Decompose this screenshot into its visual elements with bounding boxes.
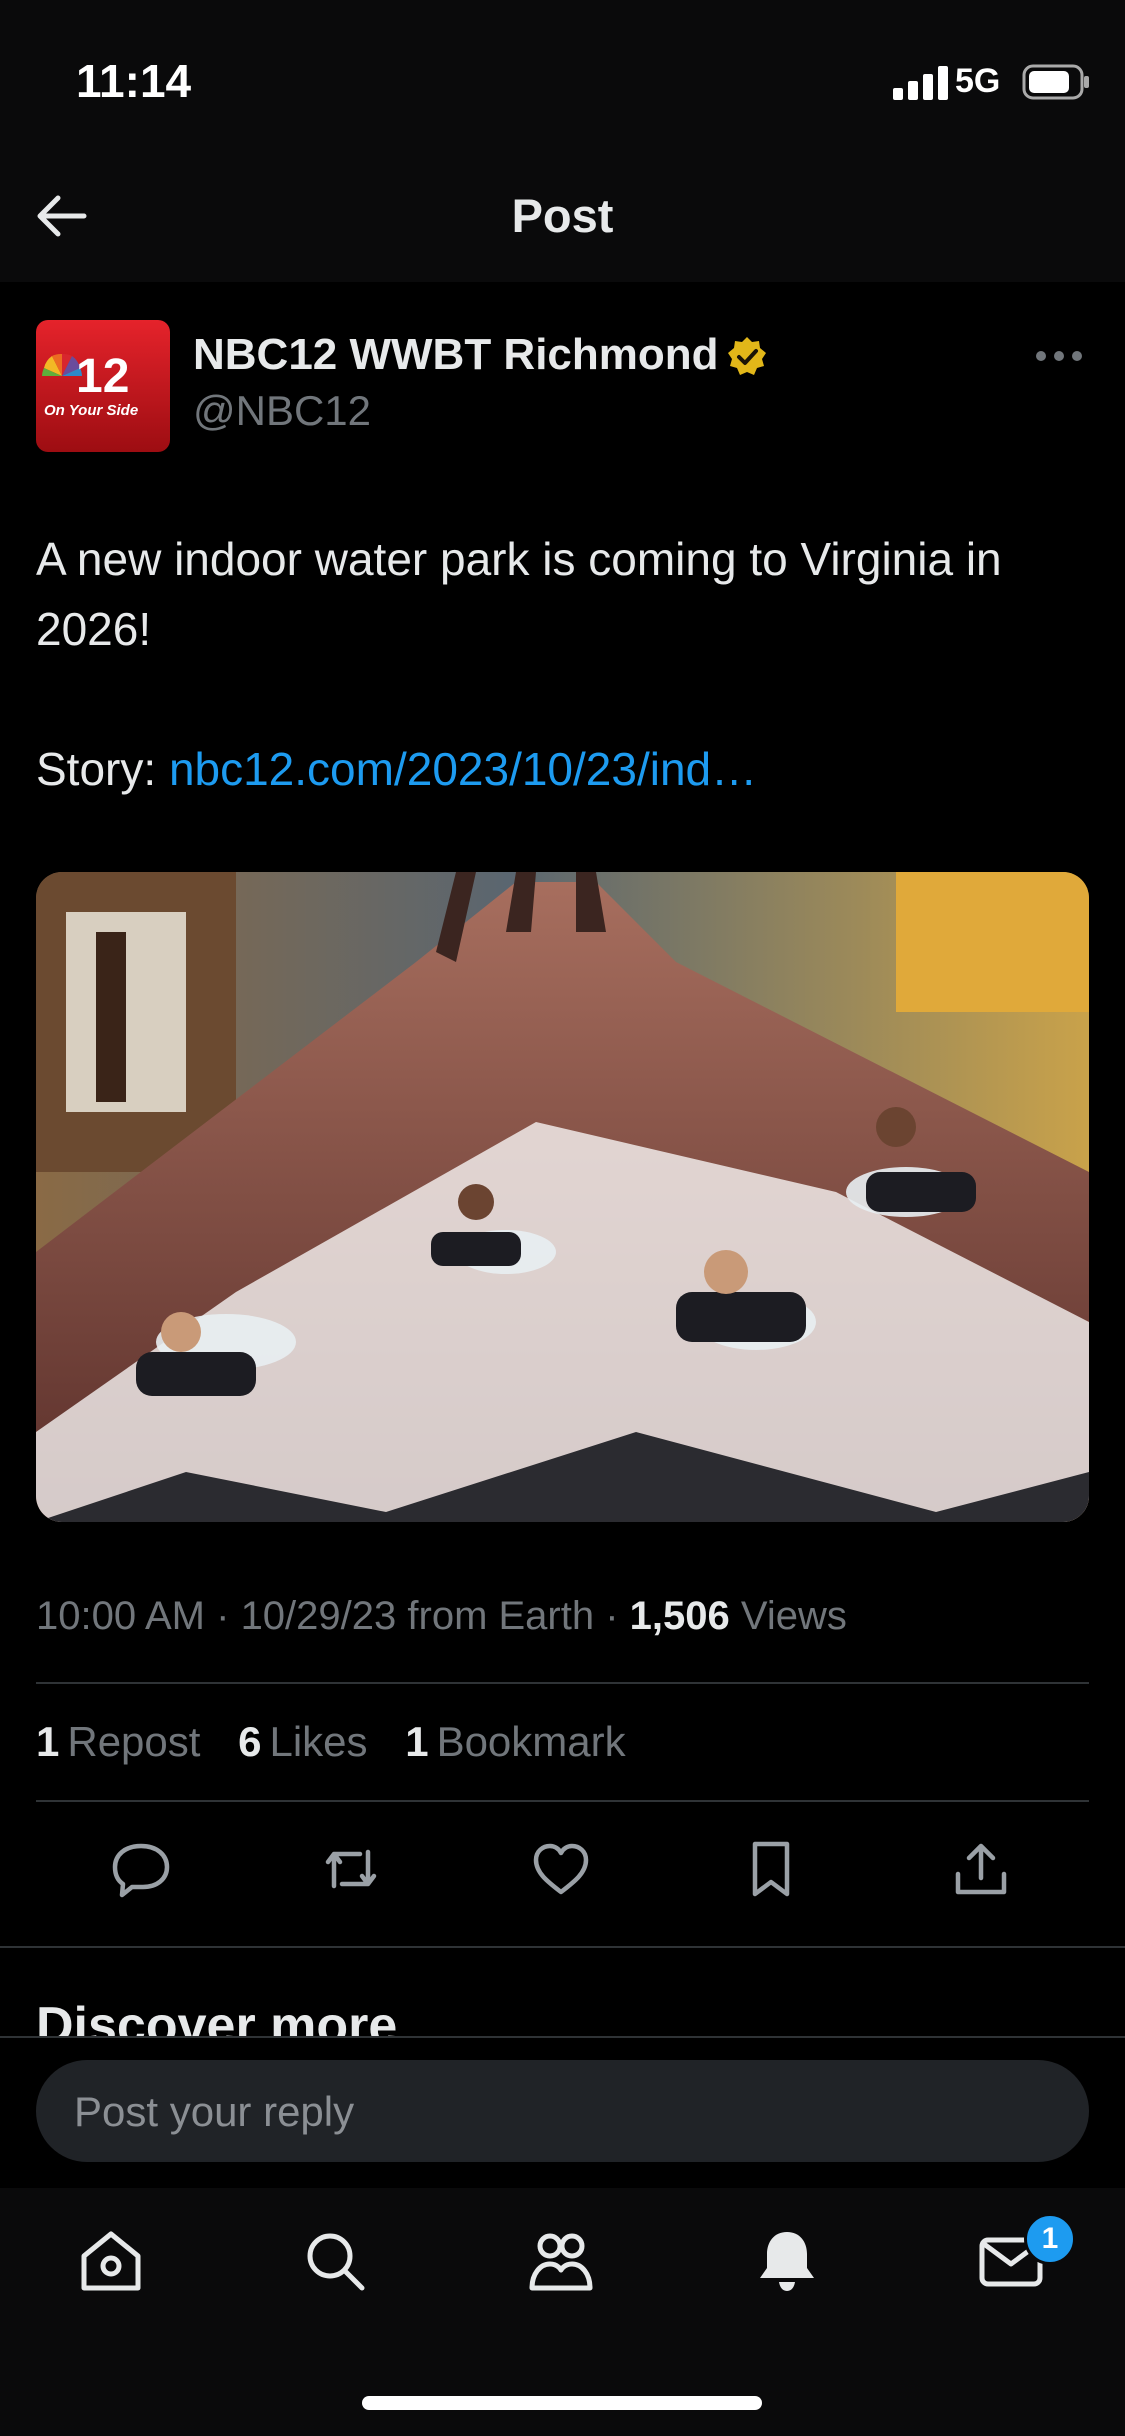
reposts-stat[interactable]: 1 Repost: [36, 1718, 200, 1765]
bookmark-icon[interactable]: [740, 1838, 802, 1900]
search-icon[interactable]: [300, 2226, 370, 2296]
divider: [36, 1682, 1089, 1684]
post-meta: 10:00 AM · 10/29/23 from Earth · 1,506 V…: [36, 1594, 847, 1638]
views-count: 1,506: [629, 1594, 730, 1638]
discover-heading: Discover more: [36, 1997, 398, 2040]
reply-icon[interactable]: [110, 1838, 172, 1900]
bookmarks-stat[interactable]: 1 Bookmark: [405, 1718, 625, 1765]
avatar-logo-text: 12: [76, 350, 129, 403]
post-text: A new indoor water park is coming to Vir…: [36, 524, 1086, 804]
status-time: 11:14: [76, 55, 192, 107]
post-time: 10:00 AM: [36, 1594, 206, 1638]
section-divider: [0, 1946, 1125, 1948]
more-icon[interactable]: [1034, 346, 1084, 366]
battery-icon: [1022, 64, 1089, 100]
network-label: 5G: [955, 62, 1001, 100]
water-slide-photo: [36, 872, 1089, 1522]
share-icon[interactable]: [950, 1838, 1012, 1900]
post-body: A new indoor water park is coming to Vir…: [36, 533, 1002, 655]
avatar[interactable]: 12 On Your Side: [36, 320, 170, 452]
messages-badge: 1: [1024, 2213, 1076, 2265]
home-icon[interactable]: [76, 2226, 146, 2296]
post-date: 10/29/23: [240, 1594, 397, 1638]
notifications-icon[interactable]: [752, 2226, 822, 2296]
likes-stat[interactable]: 6 Likes: [238, 1718, 367, 1765]
verified-badge-icon[interactable]: [726, 336, 768, 378]
avatar-tagline: On Your Side: [44, 402, 138, 419]
divider: [36, 1800, 1089, 1802]
page-title: Post: [511, 189, 614, 242]
post-source: from Earth: [407, 1594, 595, 1638]
nbc12-logo: 12 On Your Side: [36, 320, 170, 452]
author-name[interactable]: NBC12 WWBT Richmond: [193, 330, 719, 380]
author-handle[interactable]: @NBC12: [193, 387, 371, 435]
home-indicator: [362, 2396, 762, 2410]
communities-icon[interactable]: [526, 2226, 596, 2296]
views-label: Views: [740, 1594, 847, 1638]
repost-icon[interactable]: [320, 1838, 382, 1900]
post-stats: 1 Repost 6 Likes 1 Bookmark: [36, 1718, 652, 1766]
reply-placeholder: Post your reply: [74, 2088, 355, 2135]
post-image[interactable]: [36, 872, 1089, 1522]
story-link[interactable]: nbc12.com/2023/10/23/ind…: [169, 743, 757, 795]
like-icon[interactable]: [530, 1838, 592, 1900]
cellular-signal-icon: [893, 66, 948, 100]
story-label: Story:: [36, 743, 157, 795]
